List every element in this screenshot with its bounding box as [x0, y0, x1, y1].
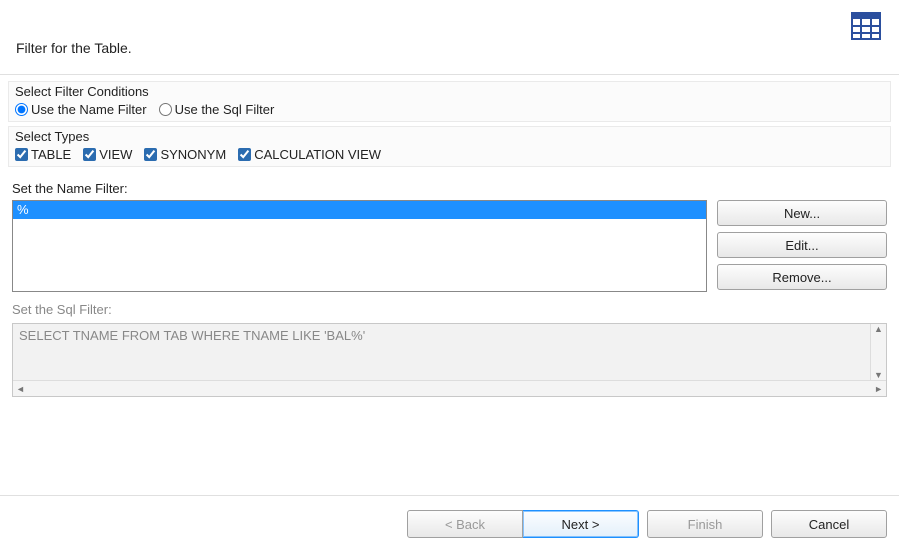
radio-sql-filter[interactable]: Use the Sql Filter — [159, 102, 275, 117]
finish-button[interactable]: Finish — [647, 510, 763, 538]
table-grid-icon — [851, 12, 881, 40]
sql-filter-text: SELECT TNAME FROM TAB WHERE TNAME LIKE '… — [13, 324, 886, 347]
checkbox-table-label: TABLE — [31, 147, 71, 162]
filter-conditions-group: Select Filter Conditions Use the Name Fi… — [8, 81, 891, 122]
select-types-label: Select Types — [9, 127, 890, 145]
page-title: Filter for the Table. — [16, 18, 883, 56]
sql-filter-label: Set the Sql Filter: — [8, 292, 891, 321]
scroll-right-icon: ► — [874, 384, 883, 394]
edit-button[interactable]: Edit... — [717, 232, 887, 258]
checkbox-view[interactable]: VIEW — [83, 147, 132, 162]
new-button[interactable]: New... — [717, 200, 887, 226]
checkbox-calcview-label: CALCULATION VIEW — [254, 147, 381, 162]
wizard-header: Filter for the Table. — [0, 0, 899, 74]
name-filter-label: Set the Name Filter: — [8, 171, 891, 200]
remove-button[interactable]: Remove... — [717, 264, 887, 290]
checkbox-synonym[interactable]: SYNONYM — [144, 147, 226, 162]
scroll-down-icon: ▼ — [874, 370, 883, 380]
checkbox-calcview[interactable]: CALCULATION VIEW — [238, 147, 381, 162]
checkbox-synonym-label: SYNONYM — [160, 147, 226, 162]
checkbox-table-input[interactable] — [15, 148, 28, 161]
scroll-up-icon: ▲ — [874, 324, 883, 334]
checkbox-calcview-input[interactable] — [238, 148, 251, 161]
wizard-buttons: < Back Next > Finish Cancel — [407, 510, 887, 538]
scroll-left-icon: ◄ — [16, 384, 25, 394]
name-filter-list[interactable]: % — [12, 200, 707, 292]
scrollbar-vertical[interactable]: ▲ ▼ — [870, 324, 886, 380]
checkbox-synonym-input[interactable] — [144, 148, 157, 161]
radio-sql-filter-input[interactable] — [159, 103, 172, 116]
checkbox-view-label: VIEW — [99, 147, 132, 162]
scrollbar-horizontal[interactable]: ◄ ► — [13, 380, 886, 396]
sql-filter-textarea: SELECT TNAME FROM TAB WHERE TNAME LIKE '… — [12, 323, 887, 397]
list-item[interactable]: % — [13, 201, 706, 219]
footer-divider — [0, 495, 899, 496]
back-button[interactable]: < Back — [407, 510, 523, 538]
next-button[interactable]: Next > — [523, 510, 639, 538]
radio-sql-filter-label: Use the Sql Filter — [175, 102, 275, 117]
cancel-button[interactable]: Cancel — [771, 510, 887, 538]
checkbox-table[interactable]: TABLE — [15, 147, 71, 162]
radio-name-filter-input[interactable] — [15, 103, 28, 116]
select-types-group: Select Types TABLE VIEW SYNONYM CALCULAT… — [8, 126, 891, 167]
radio-name-filter[interactable]: Use the Name Filter — [15, 102, 147, 117]
checkbox-view-input[interactable] — [83, 148, 96, 161]
radio-name-filter-label: Use the Name Filter — [31, 102, 147, 117]
filter-conditions-label: Select Filter Conditions — [9, 82, 890, 100]
